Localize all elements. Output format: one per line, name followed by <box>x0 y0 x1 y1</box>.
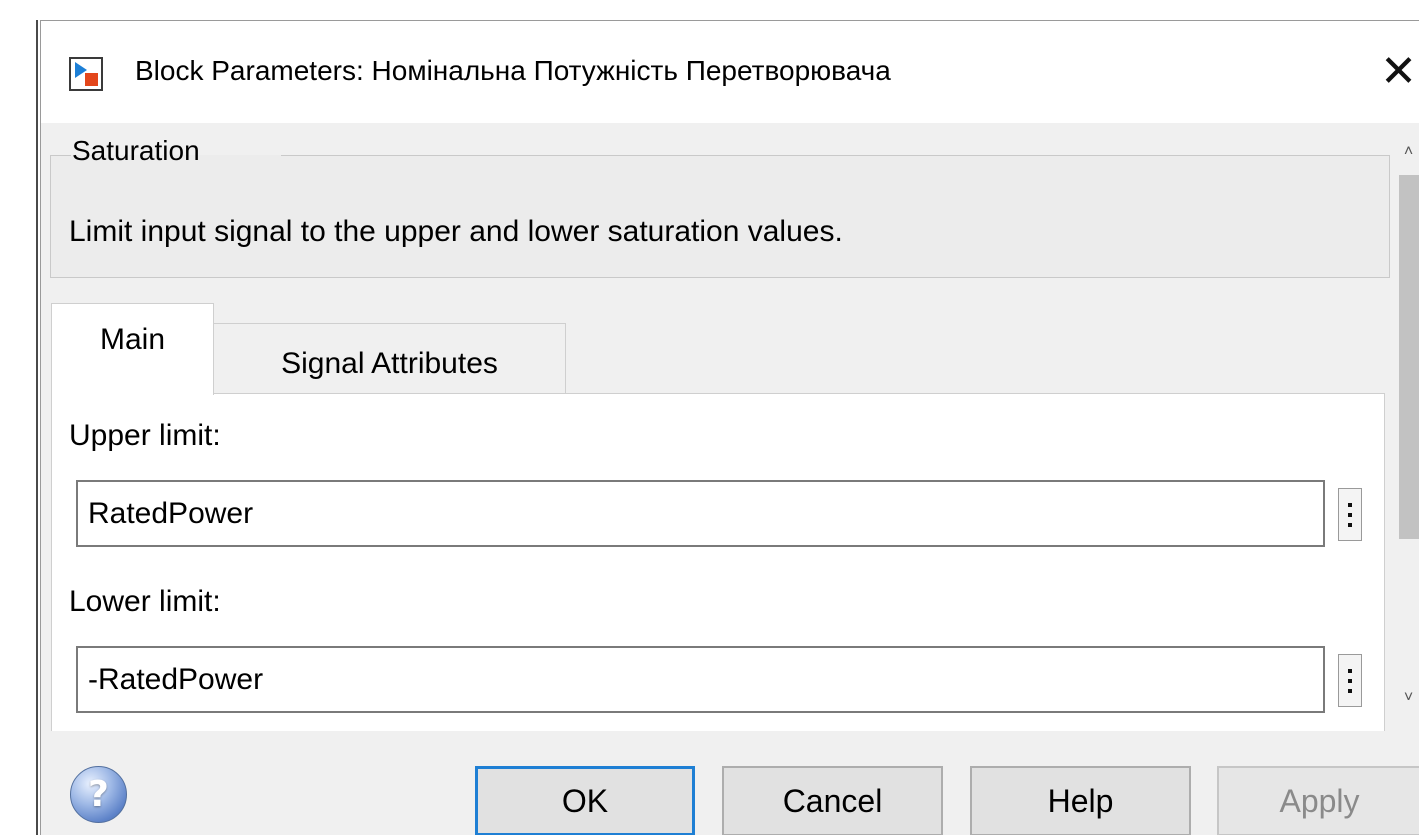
window-title: Block Parameters: Номінальна Потужність … <box>135 55 891 86</box>
ok-button[interactable]: OK <box>475 766 695 835</box>
simulink-block-icon <box>69 57 103 91</box>
upper-limit-more-button[interactable] <box>1338 488 1362 541</box>
cancel-button[interactable]: Cancel <box>722 766 943 835</box>
chevron-down-icon[interactable]: ˅ <box>1397 683 1419 713</box>
help-button[interactable]: Help <box>970 766 1191 835</box>
title-bar[interactable]: Block Parameters: Номінальна Потужність … <box>41 21 1419 123</box>
upper-limit-input[interactable] <box>76 480 1325 547</box>
tab-panel-main: Upper limit: Lower limit: <box>51 393 1385 731</box>
close-icon[interactable]: ✕ <box>1377 49 1419 95</box>
lower-limit-input[interactable] <box>76 646 1325 713</box>
apply-button[interactable]: Apply <box>1217 766 1419 835</box>
question-circle-icon[interactable]: ? <box>70 766 127 823</box>
upper-limit-label: Upper limit: <box>69 419 221 452</box>
scrollbar-thumb[interactable] <box>1399 175 1419 539</box>
screen: Block Parameters: Номінальна Потужність … <box>0 0 1419 835</box>
block-description: Limit input signal to the upper and lowe… <box>69 215 843 248</box>
chevron-up-icon[interactable]: ˄ <box>1397 137 1419 167</box>
lower-limit-more-button[interactable] <box>1338 654 1362 707</box>
block-parameters-dialog: Block Parameters: Номінальна Потужність … <box>40 20 1419 835</box>
group-legend: Saturation <box>72 135 200 166</box>
tab-main[interactable]: Main <box>51 303 214 395</box>
vertical-scrollbar[interactable]: ˄ ˅ <box>1397 123 1419 731</box>
tab-signal-attributes[interactable]: Signal Attributes <box>214 323 566 393</box>
lower-limit-label: Lower limit: <box>69 585 221 618</box>
background-window-edge <box>0 20 38 835</box>
